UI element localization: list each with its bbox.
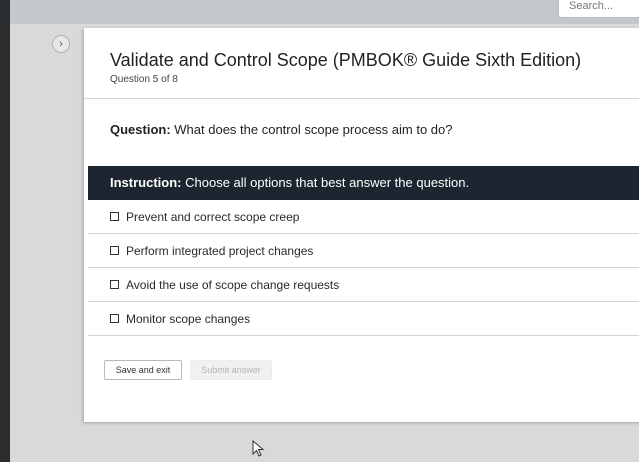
submit-answer-button[interactable]: Submit answer — [190, 360, 272, 380]
answer-option[interactable]: Perform integrated project changes — [88, 234, 639, 268]
page-title: Validate and Control Scope (PMBOK® Guide… — [110, 50, 582, 70]
option-label: Perform integrated project changes — [126, 243, 314, 258]
checkbox[interactable] — [110, 280, 119, 289]
option-label: Avoid the use of scope change requests — [126, 277, 340, 292]
checkbox[interactable] — [110, 212, 119, 221]
question-progress: Question 5 of 8 — [110, 74, 178, 85]
instruction-bar: Instruction: Choose all options that bes… — [88, 166, 639, 200]
answer-option[interactable]: Prevent and correct scope creep — [88, 200, 639, 234]
question: Question: What does the control scope pr… — [110, 122, 453, 137]
question-text: What does the control scope process aim … — [170, 122, 453, 137]
search-input[interactable] — [558, 0, 639, 18]
divider — [84, 98, 639, 99]
browser-viewport: › Validate and Control Scope (PMBOK® Gui… — [10, 0, 639, 462]
mouse-pointer-icon — [252, 440, 265, 457]
checkbox[interactable] — [110, 314, 119, 323]
instruction-label: Instruction: — [110, 175, 182, 190]
chevron-right-icon: › — [59, 38, 63, 50]
answer-option[interactable]: Avoid the use of scope change requests — [88, 268, 639, 302]
option-label: Monitor scope changes — [126, 311, 251, 326]
sidebar-toggle-button[interactable]: › — [52, 35, 70, 53]
question-label: Question: — [110, 122, 171, 137]
option-label: Prevent and correct scope creep — [126, 209, 300, 224]
top-bar — [10, 0, 639, 24]
save-and-exit-button[interactable]: Save and exit — [104, 360, 182, 380]
checkbox[interactable] — [110, 246, 119, 255]
answer-option[interactable]: Monitor scope changes — [88, 302, 639, 336]
instruction-text: Choose all options that best answer the … — [181, 175, 470, 190]
quiz-card: Validate and Control Scope (PMBOK® Guide… — [84, 28, 639, 422]
